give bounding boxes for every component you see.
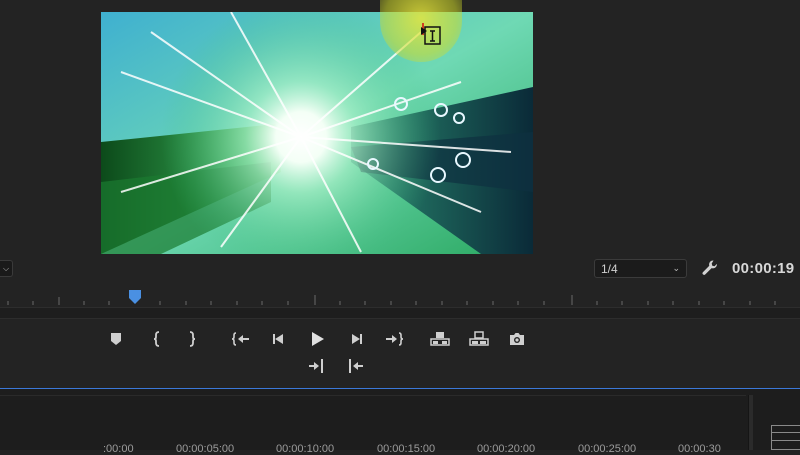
insert-button[interactable] [306,357,328,375]
export-frame-button[interactable] [506,330,528,348]
timeline-ruler-label: 00:00:25:00 [578,443,637,455]
marker-icon [111,333,121,345]
timeline-ruler-label: 00:00:15:00 [377,443,436,455]
zoom-level-dropdown[interactable]: ⌵ [0,260,13,277]
go-to-in-button[interactable] [230,330,252,348]
program-monitor-video[interactable] [101,12,533,254]
timeline-ruler-label: 00:00:30 [678,443,721,455]
chevron-down-icon: ⌵ [2,263,10,273]
extract-icon [469,331,489,346]
go-to-out-icon [386,332,404,346]
mark-in-icon [153,331,160,347]
timeline-ruler-label: :00:00 [103,443,134,455]
overwrite-button[interactable] [344,357,366,375]
camera-icon [510,333,524,345]
video-frame-graphic [101,12,533,254]
add-marker-button[interactable] [105,330,127,348]
mark-out-button[interactable] [181,330,203,348]
timeline-panel[interactable] [0,389,800,450]
go-to-out-button[interactable] [383,330,405,348]
timeline-ruler-label: 00:00:05:00 [176,443,235,455]
extract-button[interactable] [468,330,490,348]
chevron-down-icon: ⌄ [672,263,680,273]
playback-resolution-select[interactable]: 1/4 ⌄ [594,259,687,278]
audio-meter-panel [771,425,800,450]
step-forward-icon [352,334,362,344]
wrench-icon[interactable] [701,259,719,277]
playhead-marker[interactable] [129,290,141,304]
play-icon [312,332,324,346]
overwrite-icon [349,359,363,373]
timeline-ruler-label: 00:00:10:00 [276,443,335,455]
timeline-panel-divider[interactable] [748,395,753,450]
lift-button[interactable] [429,330,451,348]
monitor-time-ruler[interactable] [0,285,800,307]
monitor-scrub-bar[interactable] [0,307,800,319]
resolution-value: 1/4 [601,261,618,276]
mark-in-button[interactable] [146,330,168,348]
insert-icon [309,359,323,373]
text-cursor-icon [421,23,441,45]
step-back-icon [273,334,283,344]
mark-out-icon [189,331,196,347]
lift-icon [430,332,450,346]
timeline-ruler-divider [0,395,746,396]
step-forward-button[interactable] [345,330,367,348]
play-button[interactable] [306,330,328,348]
step-back-button[interactable] [268,330,290,348]
go-to-in-icon [231,332,249,346]
playhead-timecode[interactable]: 00:00:19 [732,260,794,277]
timeline-ruler-label: 00:00:20:00 [477,443,536,455]
